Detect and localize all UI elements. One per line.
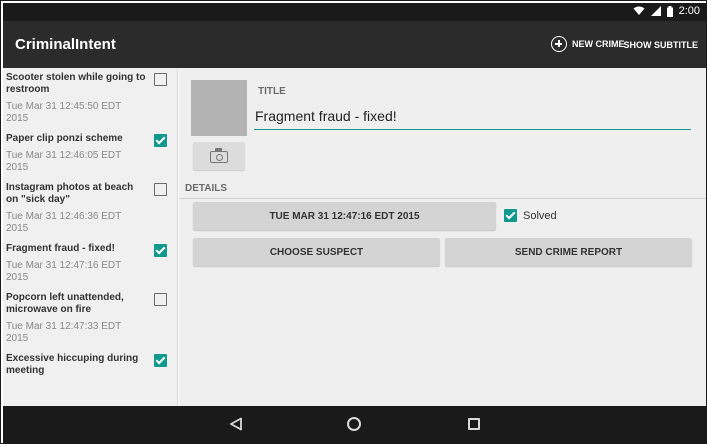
crime-date: Tue Mar 31 12:45:50 EDT 2015	[6, 101, 122, 124]
date-button[interactable]: TUE MAR 31 12:47:16 EDT 2015	[193, 202, 496, 230]
crime-list-item[interactable]: Instagram photos at beach on "sick day" …	[3, 178, 177, 239]
add-circle-icon	[551, 36, 567, 52]
crime-title: Excessive hiccuping during meeting	[6, 353, 139, 376]
solved-checkbox[interactable]	[154, 73, 167, 86]
camera-button[interactable]	[193, 142, 245, 170]
crime-list-item[interactable]: Paper clip ponzi scheme Tue Mar 31 12:46…	[3, 129, 177, 178]
signal-icon	[650, 6, 661, 16]
send-crime-report-button[interactable]: SEND CRIME REPORT	[445, 238, 692, 266]
back-icon[interactable]	[229, 417, 243, 431]
crime-title: Paper clip ponzi scheme	[6, 133, 123, 144]
app-title: CriminalIntent	[15, 36, 116, 53]
show-subtitle-button[interactable]: SHOW SUBTITLE	[624, 40, 699, 50]
status-icons: 2:00	[633, 5, 700, 17]
title-label: TITLE	[258, 86, 286, 97]
wifi-icon	[633, 6, 645, 15]
action-bar: CriminalIntent NEW CRIME SHOW SUBTITLE	[3, 21, 706, 68]
crime-title: Fragment fraud - fixed!	[6, 243, 115, 254]
new-crime-button[interactable]: NEW CRIME	[551, 34, 625, 54]
crime-date: Tue Mar 31 12:46:05 EDT 2015	[6, 150, 122, 173]
solved-checkbox[interactable]	[504, 209, 517, 222]
crime-date: Tue Mar 31 12:47:16 EDT 2015	[6, 260, 122, 283]
solved-checkbox[interactable]	[154, 183, 167, 196]
navigation-bar	[3, 406, 706, 443]
solved-label[interactable]: Solved	[523, 210, 557, 222]
crime-list-item[interactable]: Scooter stolen while going to restroom T…	[3, 68, 177, 129]
crime-detail: TITLE DETAILS TUE MAR 31 12:47:16 EDT 20…	[179, 68, 706, 406]
battery-icon	[666, 5, 673, 17]
status-bar: 2:00	[3, 3, 706, 21]
app-frame: 2:00 CriminalIntent NEW CRIME SHOW SUBTI…	[0, 0, 707, 444]
crime-title: Instagram photos at beach on "sick day"	[6, 182, 134, 205]
crime-photo[interactable]	[191, 80, 247, 136]
choose-suspect-button[interactable]: CHOOSE SUSPECT	[193, 238, 440, 266]
crime-title: Scooter stolen while going to restroom	[6, 72, 146, 95]
details-label: DETAILS	[185, 183, 228, 194]
crime-list[interactable]: Scooter stolen while going to restroom T…	[3, 68, 178, 406]
divider	[179, 198, 706, 199]
crime-list-item[interactable]: Excessive hiccuping during meeting	[3, 349, 177, 381]
solved-checkbox[interactable]	[154, 134, 167, 147]
title-field[interactable]	[254, 106, 691, 130]
recents-icon[interactable]	[468, 418, 480, 430]
home-icon[interactable]	[347, 417, 361, 431]
crime-title: Popcorn left unattended, microwave on fi…	[6, 292, 124, 315]
crime-list-item[interactable]: Fragment fraud - fixed! Tue Mar 31 12:47…	[3, 239, 177, 288]
crime-list-item[interactable]: Popcorn left unattended, microwave on fi…	[3, 288, 177, 349]
crime-date: Tue Mar 31 12:46:36 EDT 2015	[6, 211, 122, 234]
status-time: 2:00	[678, 5, 700, 17]
solved-checkbox[interactable]	[154, 354, 167, 367]
solved-checkbox[interactable]	[154, 293, 167, 306]
crime-date: Tue Mar 31 12:47:33 EDT 2015	[6, 321, 122, 344]
new-crime-label: NEW CRIME	[572, 39, 625, 49]
solved-checkbox[interactable]	[154, 244, 167, 257]
